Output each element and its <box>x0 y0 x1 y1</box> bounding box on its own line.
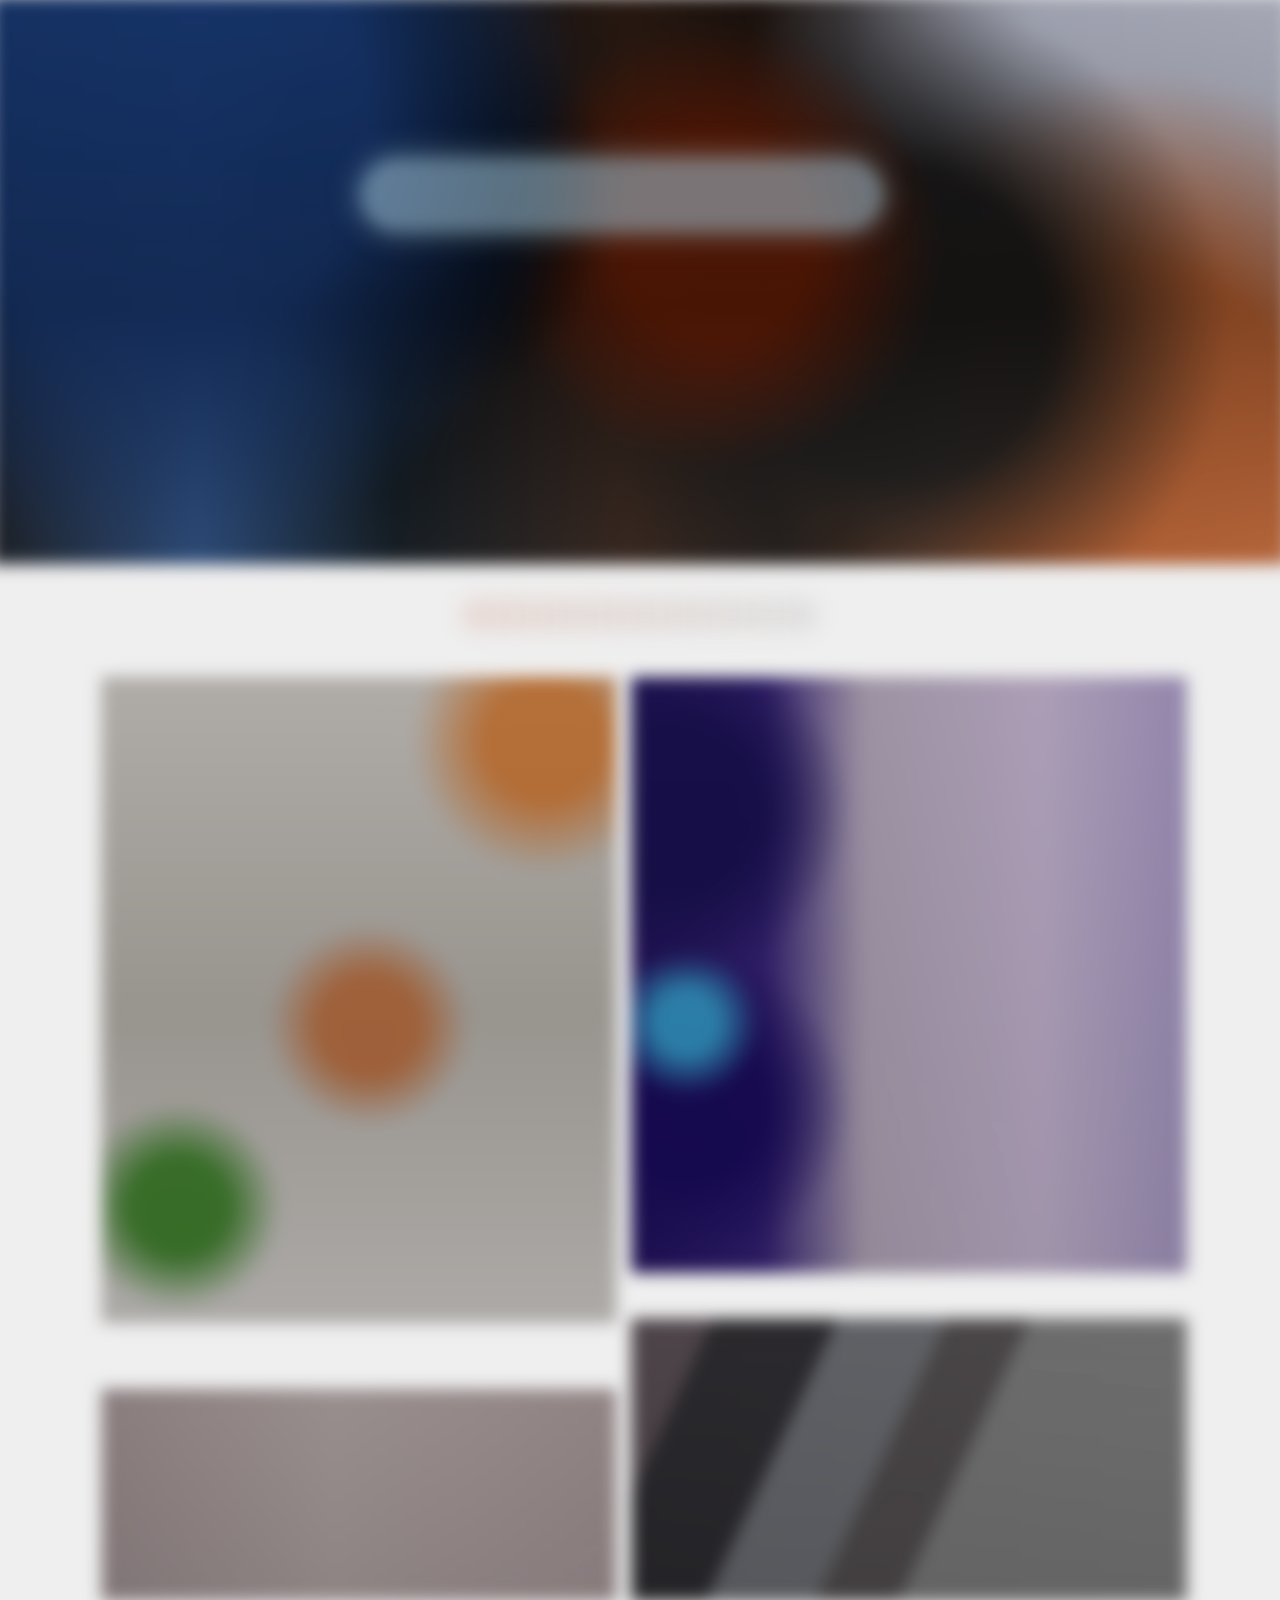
gallery-image-2[interactable] <box>631 677 1187 1273</box>
gallery-image-1[interactable] <box>101 676 617 1324</box>
gallery-image-4[interactable] <box>631 1318 1187 1600</box>
image-gallery <box>101 676 1187 1600</box>
section-heading-blurred-text <box>460 598 820 632</box>
hero-banner <box>0 0 1280 565</box>
page <box>0 0 1280 1600</box>
hero-title-blurred-text <box>362 160 882 230</box>
gallery-image-3[interactable] <box>101 1388 617 1600</box>
